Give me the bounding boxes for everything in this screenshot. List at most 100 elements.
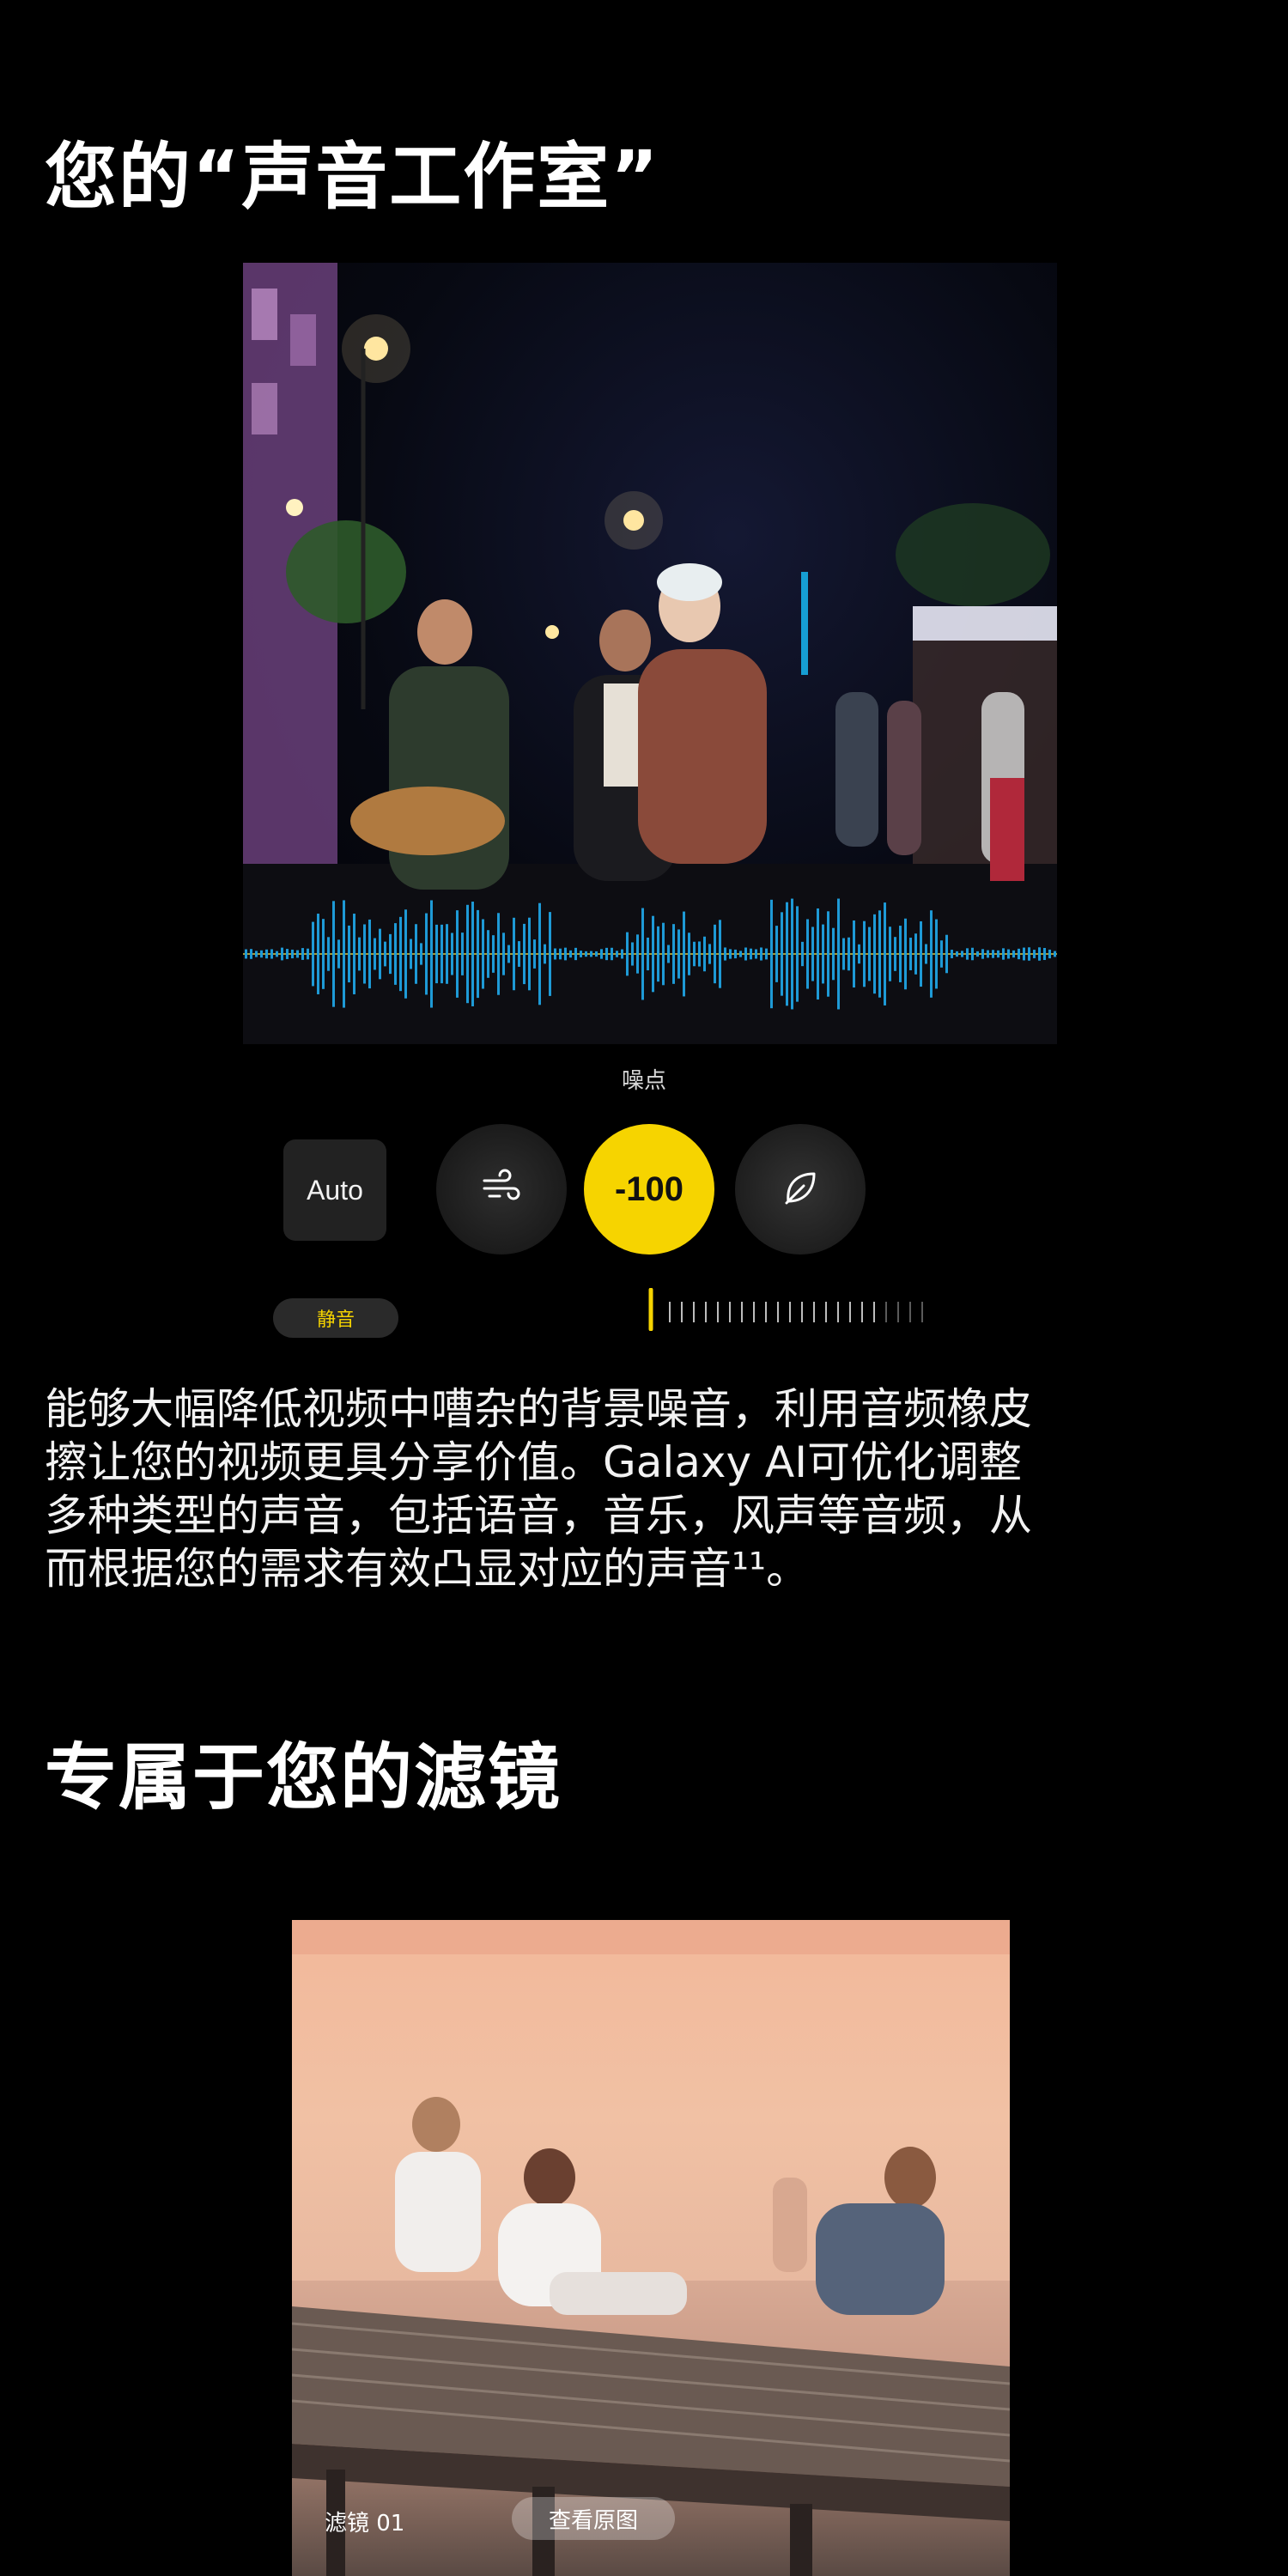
waveform-bar [322, 919, 325, 989]
waveform-bar [724, 947, 726, 961]
nature-filter-button[interactable] [735, 1124, 866, 1255]
waveform-bar [734, 949, 737, 959]
waveform-bar [1028, 947, 1030, 961]
waveform-bar [1033, 950, 1036, 958]
waveform-bar [878, 910, 881, 998]
waveform-bar [301, 948, 304, 960]
waveform-bar [997, 950, 999, 958]
waveform-bar [729, 949, 732, 959]
waveform-bar [368, 919, 371, 989]
waveform-bar [564, 947, 567, 961]
waveform-bar [605, 947, 608, 961]
waveform-bar [379, 928, 381, 980]
waveform-bar [430, 900, 433, 1008]
waveform-bar [549, 912, 551, 996]
waveform-bar [420, 943, 422, 965]
auto-button[interactable]: Auto [283, 1139, 386, 1241]
slider-ticks [669, 1302, 923, 1322]
waveform-bar [471, 902, 474, 1006]
waveform-bar [930, 910, 933, 998]
waveform-bar [775, 926, 778, 982]
wind-filter-button[interactable] [436, 1124, 567, 1255]
waveform-bar [440, 924, 443, 984]
description-line: 多种类型的声音，包括语音，音乐，风声等音频，从 [45, 1491, 1032, 1540]
waveform-bar [296, 950, 299, 958]
waveform-bar [626, 932, 629, 976]
waveform-bar [971, 947, 974, 961]
waveform-bar [621, 949, 623, 959]
mute-toggle[interactable]: 静音 [273, 1298, 398, 1338]
waveform-bar [796, 906, 799, 1002]
waveform-bar [914, 933, 917, 975]
waveform-bar [817, 908, 819, 1000]
waveform-bar [868, 927, 871, 981]
waveform-bar [616, 951, 618, 957]
section-title-sound-studio: 您的“声音工作室” [45, 135, 660, 219]
waveform-bar [801, 941, 804, 967]
waveform-bar [425, 913, 428, 995]
waveform-bar [600, 949, 603, 959]
noise-level-button[interactable]: -100 [584, 1124, 714, 1255]
waveform-bar [245, 949, 247, 959]
waveform-bar [837, 898, 840, 1010]
waveform-bar [507, 945, 510, 963]
waveform-bar [966, 948, 969, 960]
waveform-bar [703, 936, 706, 972]
video-preview[interactable] [243, 263, 1057, 1044]
waveform-bar [497, 913, 500, 995]
waveform-bar [647, 937, 649, 971]
waveform-bar [415, 924, 417, 984]
waveform-bar [940, 940, 943, 968]
waveform-bar [265, 949, 268, 959]
waveform-bar [348, 925, 350, 983]
waveform-bar [492, 935, 495, 973]
waveform-bar [1018, 948, 1020, 960]
waveform-bar [657, 926, 659, 982]
level-slider[interactable] [646, 1287, 938, 1332]
waveform-bar [585, 951, 587, 957]
waveform-bar [595, 951, 598, 957]
waveform-bar [688, 933, 690, 975]
waveform-bar [786, 902, 788, 1006]
waveform-bar [276, 951, 278, 957]
waveform-bar [667, 945, 670, 963]
view-original-button[interactable]: 查看原图 [512, 2497, 675, 2540]
waveform-bar [513, 917, 515, 991]
waveform-bar [404, 909, 407, 999]
waveform-bar [853, 920, 855, 988]
waveform-bar [693, 941, 696, 967]
waveform-bar [858, 944, 860, 964]
filter-preview-photo[interactable] [292, 1920, 1010, 2576]
waveform-bar [951, 950, 953, 958]
waveform-bar [652, 915, 654, 993]
waveform-bar [374, 938, 376, 970]
waveform-bar [904, 918, 907, 990]
section-title-filters: 专属于您的滤镜 [45, 1735, 562, 1820]
waveform-bar [750, 948, 752, 960]
waveform-bar [451, 933, 453, 975]
waveform-bar [698, 941, 701, 967]
waveform-bar [677, 929, 680, 979]
waveform-bar [909, 938, 912, 970]
dock-scene-illustration [292, 1920, 1010, 2576]
waveform-bar [672, 924, 675, 984]
waveform-bar [976, 951, 979, 957]
waveform-bar [662, 922, 665, 986]
waveform-bar [791, 898, 793, 1010]
waveform-bar [569, 950, 572, 958]
sound-studio-description: 能够大幅降低视频中嘈杂的背景噪音，利用音频橡皮 擦让您的视频更具分享价值。Gal… [45, 1382, 1255, 1595]
waveform-bar [981, 949, 984, 959]
waveform-bar [518, 941, 520, 967]
waveform-bar [1023, 947, 1025, 961]
waveform-bar [925, 944, 927, 964]
waveform-bar [291, 949, 294, 959]
waveform-bar [894, 937, 896, 971]
filter-name-label: 滤镜 01 [325, 2511, 405, 2537]
waveform-bar [358, 937, 361, 971]
waveform-bar [312, 921, 314, 987]
waveform-bar [255, 951, 258, 957]
waveform-bar [755, 949, 757, 959]
waveform-bar [945, 934, 948, 974]
description-line: 能够大幅降低视频中嘈杂的背景噪音，利用音频橡皮 [45, 1384, 1032, 1434]
description-line: 而根据您的需求有效凸显对应的声音¹¹。 [45, 1544, 810, 1594]
